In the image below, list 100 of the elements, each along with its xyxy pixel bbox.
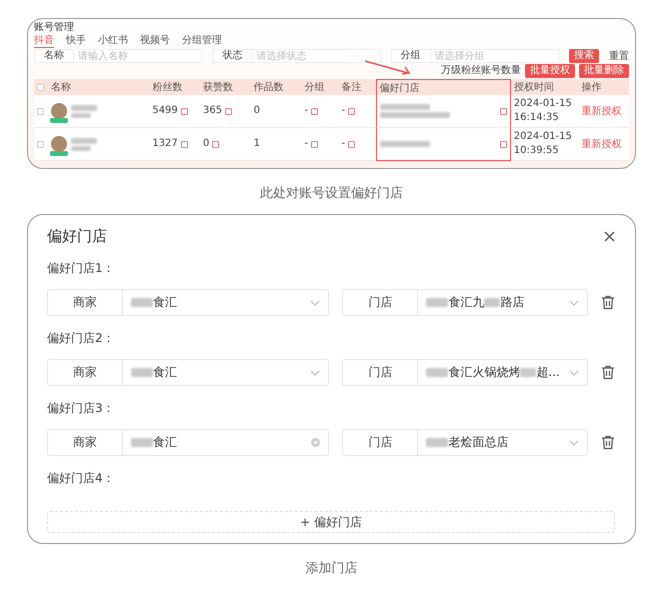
- table-cell: 0: [203, 138, 210, 150]
- close-icon[interactable]: [604, 231, 615, 242]
- blurred-text: [380, 141, 430, 147]
- search-button[interactable]: 搜索: [568, 49, 599, 63]
- group-label: 偏好门店1：: [47, 260, 116, 277]
- filter-field[interactable]: 状态 请选择状态: [212, 49, 381, 63]
- filter-input[interactable]: 请选择状态: [252, 49, 381, 63]
- filter-label: 名称: [34, 49, 74, 63]
- edit-icon[interactable]: [348, 140, 356, 148]
- blurred-text: [131, 298, 153, 307]
- blurred-text: [520, 368, 536, 377]
- column-header: 授权时间: [510, 79, 578, 95]
- blurred-text: [131, 438, 153, 447]
- edit-icon[interactable]: [310, 108, 318, 114]
- tab[interactable]: 抖音: [34, 35, 54, 48]
- select-field[interactable]: 商家 食汇: [47, 359, 330, 386]
- filter-label: 状态: [212, 49, 252, 63]
- toolbar-button[interactable]: 批量删除: [579, 64, 629, 78]
- edit-icon[interactable]: [310, 140, 318, 148]
- table-cell: 5499: [152, 105, 178, 117]
- table-cell-text: 16:14:35: [514, 112, 560, 124]
- select-value: 路店: [500, 294, 524, 311]
- select-value: 食汇: [153, 364, 177, 381]
- select-field[interactable]: 商家 食汇: [47, 429, 330, 456]
- select-label: 门店: [343, 290, 418, 315]
- filter-label: 分组: [390, 49, 431, 63]
- blurred-text: [71, 138, 97, 144]
- table-cell: -: [304, 138, 308, 150]
- edit-icon[interactable]: [500, 108, 507, 114]
- tab[interactable]: 快手: [66, 35, 86, 48]
- select-value: 食汇: [153, 434, 177, 451]
- column-header: 分组: [301, 79, 338, 95]
- tab[interactable]: 分组管理: [182, 35, 222, 48]
- caption: 此处对账号设置偏好门店: [259, 185, 404, 203]
- column-header: 备注: [338, 79, 376, 95]
- page-title: 账号管理: [34, 22, 75, 34]
- table-cell: 1: [254, 138, 260, 150]
- group-label: 偏好门店3：: [47, 400, 116, 417]
- group-label: 偏好门店4：: [47, 470, 116, 487]
- select-field[interactable]: 商家 食汇: [47, 289, 330, 316]
- table-cell: -: [341, 105, 346, 117]
- table-cell: -: [304, 105, 308, 117]
- edit-icon[interactable]: [225, 108, 232, 114]
- column-header: 获赞数: [200, 79, 251, 95]
- tab[interactable]: 小红书: [98, 35, 128, 48]
- toolbar-button[interactable]: 批量授权: [525, 64, 575, 78]
- caption: 添加门店: [304, 560, 358, 578]
- select-label: 门店: [343, 430, 418, 455]
- blurred-text: [426, 368, 448, 377]
- tab[interactable]: 视频号: [140, 35, 170, 48]
- edit-icon[interactable]: [180, 140, 188, 148]
- dialog-title: 偏好门店: [47, 227, 107, 246]
- edit-icon[interactable]: [500, 140, 507, 148]
- column-header: 操作: [578, 79, 629, 95]
- trash-icon[interactable]: [601, 435, 615, 450]
- select-value: 食汇: [153, 294, 177, 311]
- edit-icon[interactable]: [180, 108, 188, 114]
- column-header: 偏好门店: [376, 79, 511, 95]
- group-label: 偏好门店2：: [47, 330, 116, 347]
- blurred-text: [380, 112, 450, 118]
- filter-input[interactable]: 请输入名称: [74, 49, 202, 63]
- blurred-text: [71, 112, 91, 118]
- select-label: 商家: [48, 430, 123, 455]
- select-value: 食汇火锅烧烤: [448, 364, 520, 381]
- select-field[interactable]: 门店 食汇九 路店: [342, 289, 588, 316]
- table-cell: 365: [203, 105, 222, 117]
- filter-field[interactable]: 分组 请选择分组: [390, 49, 559, 63]
- select-value: 超...: [536, 364, 560, 381]
- checkbox[interactable]: [37, 84, 44, 90]
- checkbox[interactable]: [37, 108, 44, 114]
- select-label: 门店: [343, 360, 418, 385]
- chevron-down-icon: [569, 370, 579, 376]
- table-cell: 0: [254, 105, 260, 117]
- blurred-text: [131, 368, 153, 377]
- add-store-button[interactable]: + 偏好门店: [47, 511, 615, 533]
- reset-button[interactable]: 重置: [608, 49, 629, 63]
- select-field[interactable]: 门店 食汇火锅烧烤 超...: [342, 359, 588, 386]
- table-cell-text: 10:39:55: [514, 145, 560, 157]
- column-header: 粉丝数: [149, 79, 200, 95]
- blurred-text: [426, 298, 448, 307]
- table-cell: 2024-01-15: [514, 131, 572, 143]
- trash-icon[interactable]: [601, 365, 615, 380]
- edit-icon[interactable]: [348, 108, 356, 114]
- table-cell: 2024-01-15: [514, 98, 572, 110]
- select-label: 商家: [48, 290, 123, 315]
- blurred-text: [380, 104, 430, 110]
- select-value: 老烩面总店: [448, 434, 508, 451]
- chevron-down-icon: [310, 300, 320, 306]
- chevron-down-icon: [569, 300, 579, 306]
- select-label: 商家: [48, 360, 123, 385]
- select-value: 食汇九: [448, 294, 484, 311]
- column-header: 名称: [48, 79, 150, 95]
- filter-field[interactable]: 名称 请输入名称: [34, 49, 202, 63]
- trash-icon[interactable]: [601, 295, 615, 310]
- select-field[interactable]: 门店 老烩面总店: [342, 429, 588, 456]
- chevron-down-icon: [569, 440, 579, 446]
- edit-icon[interactable]: [212, 140, 220, 148]
- checkbox[interactable]: [37, 140, 44, 148]
- blurred-text: [426, 438, 448, 447]
- filter-input[interactable]: 请选择分组: [430, 49, 559, 63]
